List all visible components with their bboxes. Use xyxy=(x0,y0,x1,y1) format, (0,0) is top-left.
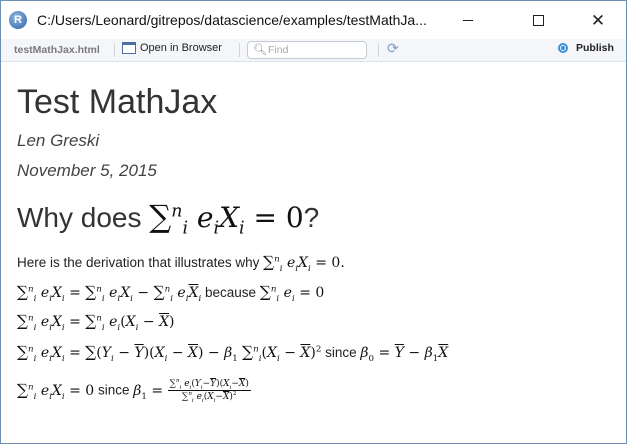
equation-line-4: ∑ni eiXi = 0 since β1 = ∑ni ei(Yi−Y)(Xi−… xyxy=(17,378,251,404)
document-title: Test MathJax xyxy=(17,83,218,121)
since-text-2: since xyxy=(97,382,130,398)
document-date: November 5, 2015 xyxy=(17,161,157,180)
maximize-button[interactable] xyxy=(515,1,561,39)
find-box[interactable]: 🔍︎ xyxy=(247,41,367,59)
publish-icon xyxy=(558,43,572,53)
toolbar-divider xyxy=(239,43,240,57)
equation-2: ∑ni eiXi = ∑ni ei(Xi − X) xyxy=(17,312,175,333)
minimize-icon xyxy=(463,19,473,21)
r-logo-icon: R xyxy=(9,11,27,29)
viewer-toolbar: testMathJax.html Open in Browser 🔍︎ ⟳ Pu… xyxy=(1,39,626,62)
browser-window-icon xyxy=(122,42,136,54)
equation-1b: ∑ni ei = 0 xyxy=(259,283,325,304)
file-name-label: testMathJax.html xyxy=(14,44,100,56)
publish-label: Publish xyxy=(576,42,614,54)
refresh-icon[interactable]: ⟳ xyxy=(387,40,399,57)
section-heading: Why does ∑ni eiXi = 0? xyxy=(17,199,320,239)
search-icon: 🔍︎ xyxy=(253,44,267,56)
close-icon: ✕ xyxy=(590,10,606,30)
intro-paragraph: Here is the derivation that illustrates … xyxy=(17,253,345,274)
title-bar: R C:/Users/Leonard/gitrepos/datascience/… xyxy=(1,1,626,39)
heading-prefix: Why does xyxy=(17,202,142,233)
heading-equation: ∑ni eiXi = 0 xyxy=(149,199,304,239)
find-input[interactable] xyxy=(268,43,362,56)
toolbar-divider xyxy=(114,43,115,57)
beta-fraction: ∑ni ei(Yi−Y)(Xi−X) ∑ni ei(Xi−X)2 xyxy=(167,378,251,404)
equation-1: ∑ni eiXi = ∑ni eiXi − ∑ni eiXi xyxy=(17,283,202,304)
equation-3b: β0 = Y − β1X xyxy=(360,345,449,364)
since-text-1: since xyxy=(325,345,357,360)
minimize-button[interactable] xyxy=(445,1,491,39)
equation-line-2: ∑ni eiXi = ∑ni ei(Xi − X) xyxy=(17,312,175,333)
equation-line-3: ∑ni eiXi = ∑(Yi − Y)(Xi − X) − β1 ∑ni(Xi… xyxy=(17,343,449,364)
document-author: Len Greski xyxy=(17,131,100,150)
window-title: C:/Users/Leonard/gitrepos/datascience/ex… xyxy=(37,12,427,28)
maximize-icon xyxy=(532,14,544,26)
toolbar-divider xyxy=(378,43,379,57)
because-text: because xyxy=(205,285,257,300)
publish-button[interactable]: Publish xyxy=(558,42,614,54)
viewer-window: R C:/Users/Leonard/gitrepos/datascience/… xyxy=(0,0,627,444)
intro-equation: ∑ni eiXi = 0. xyxy=(263,253,345,274)
open-in-browser-button[interactable]: Open in Browser xyxy=(122,42,222,54)
equation-4: ∑ni eiXi = 0 xyxy=(17,380,95,402)
equation-line-1: ∑ni eiXi = ∑ni eiXi − ∑ni eiXi because ∑… xyxy=(17,283,325,304)
close-button[interactable]: ✕ xyxy=(575,1,621,39)
heading-suffix: ? xyxy=(303,202,320,233)
equation-3: ∑ni eiXi = ∑(Yi − Y)(Xi − X) − β1 ∑ni(Xi… xyxy=(17,343,322,364)
equation-4b: β1 = ∑ni ei(Yi−Y)(Xi−X) ∑ni ei(Xi−X)2 xyxy=(133,378,251,404)
open-in-browser-label: Open in Browser xyxy=(140,42,222,54)
intro-text: Here is the derivation that illustrates … xyxy=(17,255,260,270)
